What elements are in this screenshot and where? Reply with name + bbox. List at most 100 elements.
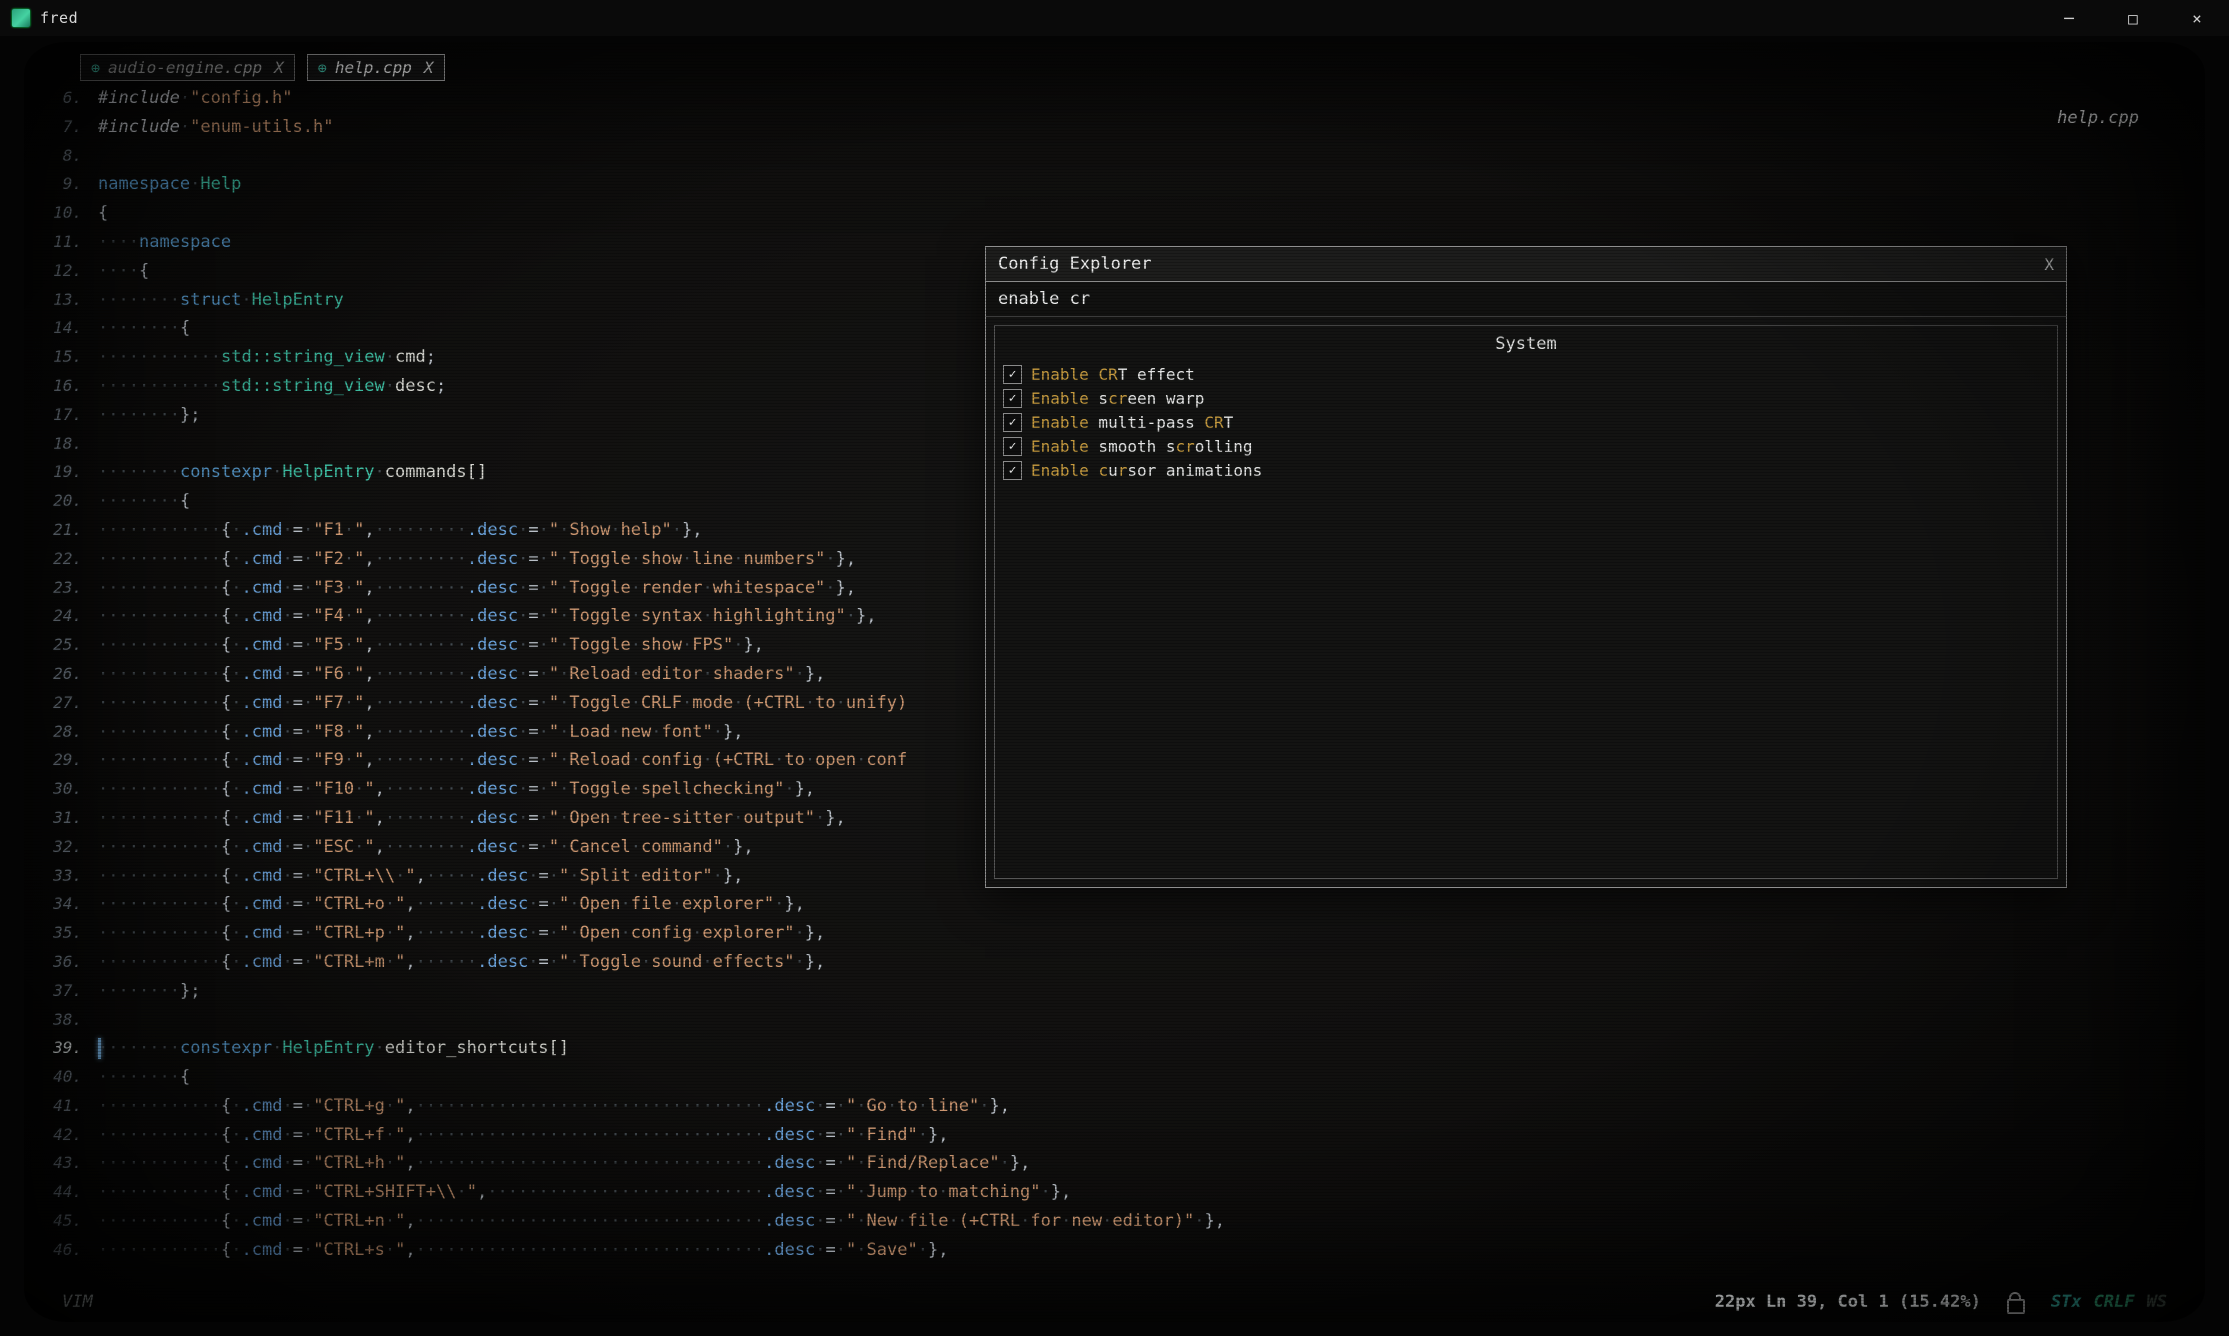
whitespace-dot: · (385, 1240, 395, 1260)
whitespace-dot: · (416, 549, 426, 569)
whitespace-dot: · (375, 549, 385, 569)
code-line[interactable]: 43.············{·.cmd·=·"CTRL+h·",······… (30, 1149, 2205, 1178)
whitespace-dot: · (108, 779, 118, 799)
whitespace-dot: · (702, 952, 712, 972)
minimize-button[interactable]: ─ (2037, 0, 2101, 36)
code-line[interactable]: 45.············{·.cmd·=·"CTRL+n·",······… (30, 1207, 2205, 1236)
line-content: ····namespace (98, 228, 231, 257)
whitespace-dot: · (98, 606, 108, 626)
whitespace-dot: · (129, 664, 139, 684)
whitespace-dot: · (149, 1067, 159, 1087)
checkbox-checked-icon[interactable]: ✓ (1003, 413, 1022, 432)
whitespace-dot: · (836, 693, 846, 713)
whitespace-dot: · (129, 347, 139, 367)
tab-close-icon[interactable]: X (274, 58, 284, 77)
whitespace-dot: · (641, 1211, 651, 1231)
whitespace-dot: · (549, 1182, 559, 1202)
line-content: ············{·.cmd·=·"F7·",·········.des… (98, 689, 907, 718)
config-option[interactable]: ✓Enable CRT effect (1003, 362, 2049, 386)
whitespace-dot: · (672, 1182, 682, 1202)
whitespace-dot: · (733, 693, 743, 713)
close-button[interactable]: × (2165, 0, 2229, 36)
checkbox-checked-icon[interactable]: ✓ (1003, 437, 1022, 456)
config-option[interactable]: ✓Enable multi-pass CRT (1003, 410, 2049, 434)
code-line[interactable]: 41.············{·.cmd·=·"CTRL+g·",······… (30, 1092, 2205, 1121)
whitespace-dot: · (682, 1182, 692, 1202)
whitespace-dot: · (518, 1096, 528, 1116)
code-line[interactable]: 37.········}; (30, 977, 2205, 1006)
whitespace-dot: · (539, 664, 549, 684)
whitespace-dot: · (918, 1240, 928, 1260)
whitespace-dot: · (201, 520, 211, 540)
whitespace-dot: · (784, 779, 794, 799)
whitespace-dot: · (149, 750, 159, 770)
whitespace-dot: · (170, 837, 180, 857)
whitespace-dot: · (303, 750, 313, 770)
status-position-info: 22px Ln 39, Col 1 (15.42%) (1715, 1292, 1981, 1312)
config-option[interactable]: ✓Enable screen warp (1003, 386, 2049, 410)
whitespace-dot: · (549, 1240, 559, 1260)
popup-titlebar[interactable]: Config Explorer X (986, 247, 2066, 282)
whitespace-dot: · (375, 664, 385, 684)
whitespace-dot: · (211, 549, 221, 569)
code-line[interactable]: 38. (30, 1006, 2205, 1035)
checkbox-checked-icon[interactable]: ✓ (1003, 461, 1022, 480)
config-option[interactable]: ✓Enable cursor animations (1003, 458, 2049, 482)
whitespace-dot: · (282, 1153, 292, 1173)
checkbox-checked-icon[interactable]: ✓ (1003, 389, 1022, 408)
code-line[interactable]: 44.············{·.cmd·=·"CTRL+SHIFT+\\·"… (30, 1178, 2205, 1207)
whitespace-dot: · (303, 578, 313, 598)
maximize-button[interactable]: □ (2101, 0, 2165, 36)
code-line[interactable]: 7.#include·"enum-utils.h" (30, 113, 2205, 142)
code-line[interactable]: 39.········constexpr·HelpEntry·editor_sh… (30, 1034, 2205, 1063)
code-line[interactable]: 10.{ (30, 199, 2205, 228)
tab-help-cpp[interactable]: ⊕help.cppX (307, 54, 445, 81)
code-line[interactable]: 36.············{·.cmd·=·"CTRL+m·",······… (30, 948, 2205, 977)
whitespace-dot: · (282, 808, 292, 828)
whitespace-dot: · (498, 1211, 508, 1231)
tab-close-icon[interactable]: X (424, 58, 434, 77)
whitespace-dot: · (149, 606, 159, 626)
whitespace-dot: · (354, 779, 364, 799)
whitespace-dot: · (825, 549, 835, 569)
whitespace-dot: · (518, 664, 528, 684)
whitespace-dot: · (190, 549, 200, 569)
whitespace-dot: · (518, 1240, 528, 1260)
line-content: ········}; (98, 977, 200, 1006)
code-line[interactable]: 35.············{·.cmd·=·"CTRL+p·",······… (30, 919, 2205, 948)
config-search-input[interactable]: enable cr (986, 282, 2066, 317)
code-line[interactable]: 46.············{·.cmd·=·"CTRL+s·",······… (30, 1236, 2205, 1265)
line-content: { (98, 199, 108, 228)
whitespace-dot: · (170, 578, 180, 598)
whitespace-dot: · (539, 722, 549, 742)
whitespace-dot: · (426, 1211, 436, 1231)
whitespace-dot: · (405, 606, 415, 626)
line-content: ············std::string_view·desc; (98, 372, 446, 401)
whitespace-dot: · (170, 664, 180, 684)
whitespace-dot: · (446, 520, 456, 540)
popup-close-icon[interactable]: X (2044, 255, 2054, 274)
config-option[interactable]: ✓Enable smooth scrolling (1003, 434, 2049, 458)
code-line[interactable]: 8. (30, 142, 2205, 171)
code-line[interactable]: 6.#include·"config.h" (30, 84, 2205, 113)
line-number: 9. (30, 170, 98, 199)
whitespace-dot: · (98, 693, 108, 713)
code-line[interactable]: 34.············{·.cmd·=·"CTRL+o·",······… (30, 890, 2205, 919)
checkbox-checked-icon[interactable]: ✓ (1003, 365, 1022, 384)
code-line[interactable]: 40.········{ (30, 1063, 2205, 1092)
whitespace-dot: · (631, 1182, 641, 1202)
line-content: ············std::string_view·cmd; (98, 343, 436, 372)
whitespace-dot: · (508, 1182, 518, 1202)
whitespace-dot: · (446, 894, 456, 914)
whitespace-dot: · (416, 578, 426, 598)
code-line[interactable]: 42.············{·.cmd·=·"CTRL+f·",······… (30, 1121, 2205, 1150)
tab-audio-engine-cpp[interactable]: ⊕audio-engine.cppX (80, 54, 295, 81)
whitespace-dot: · (139, 578, 149, 598)
whitespace-dot: · (129, 952, 139, 972)
whitespace-dot: · (180, 1182, 190, 1202)
whitespace-dot: · (395, 635, 405, 655)
whitespace-dot: · (160, 462, 170, 482)
whitespace-dot: · (559, 606, 569, 626)
code-line[interactable]: 9.namespace·Help (30, 170, 2205, 199)
whitespace-dot: · (231, 894, 241, 914)
